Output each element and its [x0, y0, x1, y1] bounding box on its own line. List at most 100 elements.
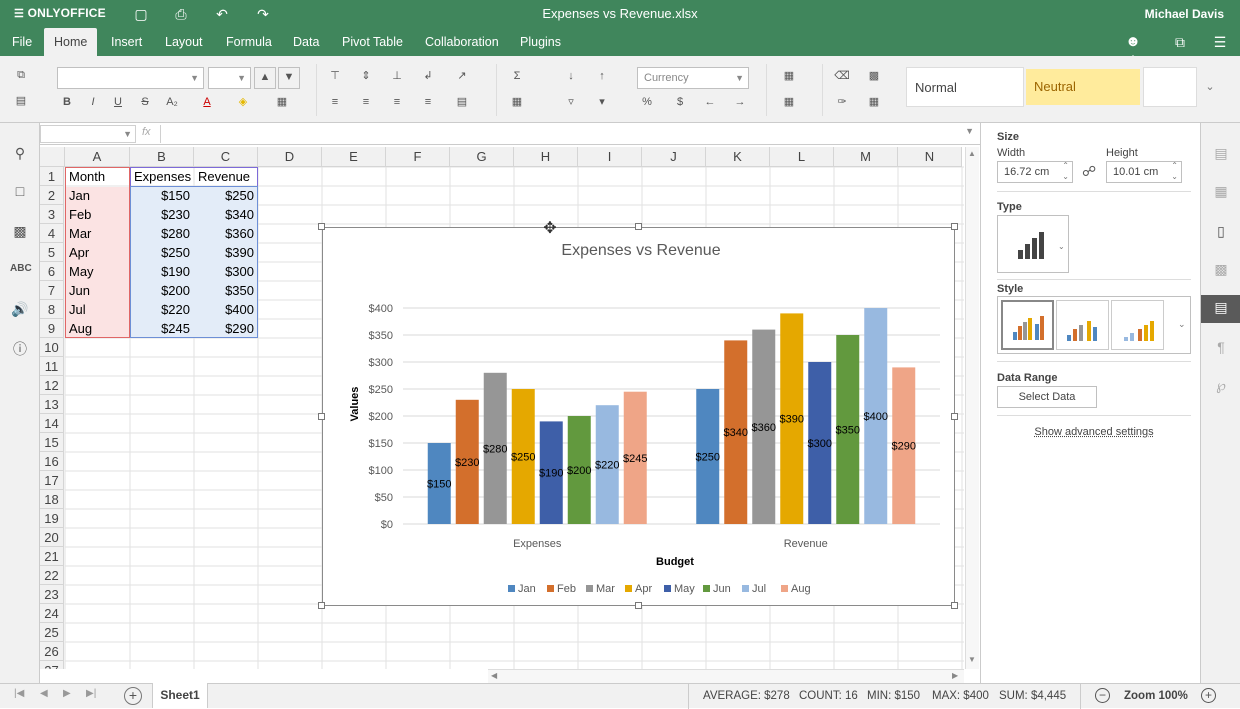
style-gallery-expand-icon[interactable]: ⌄ [1178, 319, 1186, 330]
add-sheet-button[interactable]: + [124, 687, 142, 705]
row-header-12[interactable]: 12 [40, 376, 64, 395]
horizontal-scrollbar[interactable]: ◀ ▶ [488, 669, 964, 683]
row-header-17[interactable]: 17 [40, 471, 64, 490]
clear-filter-icon[interactable]: ▾ [592, 93, 612, 111]
tab-data[interactable]: Data [283, 28, 329, 56]
row-header-1[interactable]: 1 [40, 167, 64, 186]
zoom-in-button[interactable]: + [1201, 688, 1216, 703]
last-sheet-icon[interactable]: ▶| [86, 688, 96, 699]
paragraph-settings-icon[interactable]: ¶ [1211, 339, 1231, 359]
align-middle-icon[interactable]: ⇕ [356, 67, 376, 85]
percent-icon[interactable]: % [637, 93, 657, 111]
column-header-f[interactable]: F [386, 147, 450, 167]
chart-settings-tab[interactable]: ▤ [1201, 295, 1240, 323]
cell-style-empty[interactable] [1143, 67, 1197, 107]
select-all-corner[interactable] [40, 147, 65, 167]
chart-style-option[interactable] [1056, 300, 1109, 350]
resize-handle[interactable] [318, 412, 325, 420]
number-format-combo[interactable]: Currency ▼ [637, 67, 749, 89]
row-header-5[interactable]: 5 [40, 243, 64, 262]
select-data-button[interactable]: Select Data [997, 386, 1097, 408]
resize-handle[interactable] [951, 412, 958, 420]
name-box[interactable]: ▼ [40, 125, 136, 143]
decrease-font-icon[interactable]: ▼ [278, 67, 300, 89]
row-header-18[interactable]: 18 [40, 490, 64, 509]
feedback-icon[interactable]: 🔊 [10, 301, 30, 321]
row-header-8[interactable]: 8 [40, 300, 64, 319]
formula-input[interactable]: ▼ [160, 125, 978, 143]
cell-style-normal[interactable]: Normal [906, 67, 1024, 107]
chart-style-option[interactable] [1111, 300, 1164, 350]
column-header-i[interactable]: I [578, 147, 642, 167]
cell-settings-icon[interactable]: ▤ [1211, 145, 1231, 165]
column-header-k[interactable]: K [706, 147, 770, 167]
user-name[interactable]: Michael Davis [1145, 7, 1224, 21]
row-header-20[interactable]: 20 [40, 528, 64, 547]
row-header-16[interactable]: 16 [40, 452, 64, 471]
column-header-n[interactable]: N [898, 147, 962, 167]
chart-style-option[interactable] [1001, 300, 1054, 350]
chart-type-selector[interactable]: ⌄ [997, 215, 1069, 273]
comments-icon[interactable]: □ [10, 183, 30, 203]
column-header-d[interactable]: D [258, 147, 322, 167]
underline-icon[interactable]: U [108, 93, 128, 111]
row-header-24[interactable]: 24 [40, 604, 64, 623]
table-settings-icon[interactable]: ▦ [1211, 183, 1231, 203]
autosum-icon[interactable]: Σ [507, 67, 527, 85]
paste-icon[interactable]: ▤ [11, 92, 31, 110]
tab-file[interactable]: File [2, 28, 42, 56]
scroll-down-icon[interactable]: ▼ [968, 655, 976, 664]
cell-styles-expand-icon[interactable]: ⌄ [1200, 78, 1220, 96]
align-right-icon[interactable]: ≡ [387, 93, 407, 111]
wrap-text-icon[interactable]: ↲ [418, 67, 438, 85]
italic-icon[interactable]: I [83, 93, 103, 111]
row-header-13[interactable]: 13 [40, 395, 64, 414]
height-field[interactable]: 10.01 cm ⌃ ⌄ [1106, 161, 1182, 183]
tab-plugins[interactable]: Plugins [510, 28, 571, 56]
column-header-b[interactable]: B [130, 147, 194, 167]
column-header-c[interactable]: C [194, 147, 258, 167]
delete-cells-icon[interactable]: ▦ [779, 93, 799, 111]
resize-handle[interactable] [951, 223, 958, 230]
row-header-4[interactable]: 4 [40, 224, 64, 243]
increase-decimal-icon[interactable]: → [730, 93, 750, 111]
format-as-table-icon[interactable]: ▦ [864, 93, 884, 111]
next-sheet-icon[interactable]: ▶ [63, 688, 71, 699]
zoom-level[interactable]: Zoom 100% [1124, 690, 1188, 702]
text-art-settings-icon[interactable]: ℘ [1211, 377, 1231, 397]
row-header-3[interactable]: 3 [40, 205, 64, 224]
shape-settings-icon[interactable]: ▯ [1211, 223, 1231, 243]
copy-style-icon[interactable]: ✑ [832, 93, 852, 111]
about-icon[interactable]: ⓘ [10, 339, 30, 359]
row-header-14[interactable]: 14 [40, 414, 64, 433]
row-header-15[interactable]: 15 [40, 433, 64, 452]
row-header-19[interactable]: 19 [40, 509, 64, 528]
column-header-j[interactable]: J [642, 147, 706, 167]
tab-formula[interactable]: Formula [216, 28, 282, 56]
fx-label[interactable]: fx [142, 126, 151, 138]
scroll-up-icon[interactable]: ▲ [968, 149, 976, 158]
image-settings-icon[interactable]: ▩ [1211, 261, 1231, 281]
justify-icon[interactable]: ≡ [418, 93, 438, 111]
column-header-l[interactable]: L [770, 147, 834, 167]
font-name-combo[interactable]: ▼ [57, 67, 204, 89]
column-header-a[interactable]: A [65, 147, 130, 167]
sort-descending-icon[interactable]: ↑ [592, 67, 612, 85]
merge-cells-icon[interactable]: ▤ [452, 93, 472, 111]
resize-handle[interactable] [951, 602, 958, 609]
copy-icon[interactable]: ⧉ [11, 66, 31, 84]
bold-icon[interactable]: B [57, 93, 77, 111]
column-header-h[interactable]: H [514, 147, 578, 167]
subscript-icon[interactable]: A₂ [162, 93, 182, 111]
row-header-23[interactable]: 23 [40, 585, 64, 604]
clear-icon[interactable]: ⌫ [832, 67, 852, 85]
spellcheck-icon[interactable]: ABC [10, 263, 32, 283]
tab-insert[interactable]: Insert [101, 28, 152, 56]
resize-handle[interactable] [318, 223, 325, 230]
zoom-out-button[interactable]: − [1095, 688, 1110, 703]
insert-cells-icon[interactable]: ▦ [779, 67, 799, 85]
hamburger-menu-icon[interactable]: ☰ [1211, 33, 1229, 51]
constrain-proportions-icon[interactable]: ☍ [1082, 163, 1096, 180]
tab-home[interactable]: Home [44, 28, 98, 56]
increase-font-icon[interactable]: ▲ [254, 67, 276, 89]
